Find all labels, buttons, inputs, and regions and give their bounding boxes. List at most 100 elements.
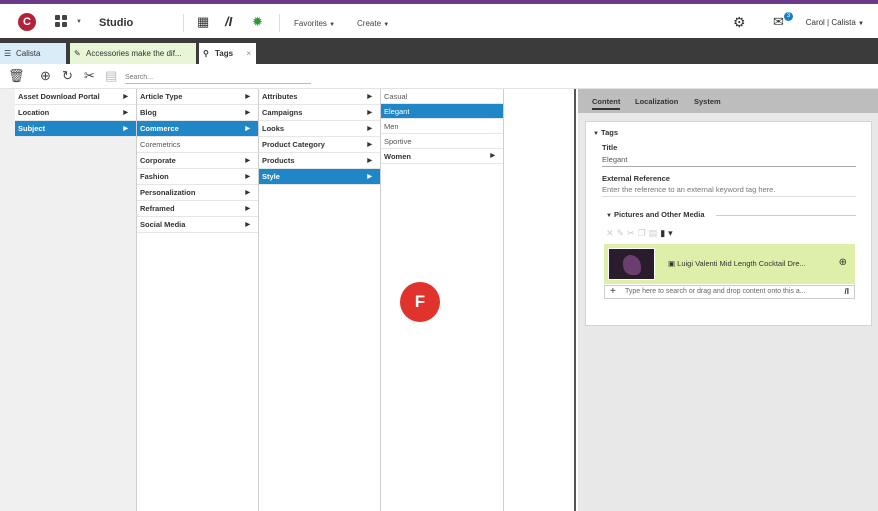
tag-icon: ⚲ [203,49,209,58]
tab-localization[interactable]: Localization [635,97,678,106]
chevron-right-icon: ▶ [245,222,250,228]
chevron-down-icon: ▼ [606,213,612,219]
library-icon[interactable]: /I [845,287,849,296]
column-level-1: Asset Download Portal ▶ Location ▶ Subject… [15,89,137,511]
pencil-icon: ✎ [74,49,81,58]
chevron-right-icon: ▶ [245,174,250,180]
trash-icon[interactable]: 🗑 [8,68,25,84]
list-item[interactable]: Men [381,119,503,134]
list-item-selected[interactable]: Commerce ▶ [137,121,258,137]
title-field[interactable]: Elegant [602,155,856,167]
copy-icon[interactable]: ❐ [638,228,649,238]
chevron-down-icon[interactable]: ▼ [76,19,82,25]
paste-icon[interactable]: ▤ [649,228,661,238]
list-icon: ☰ [4,49,12,58]
list-item-selected[interactable]: Subject ▶ [15,121,136,137]
list-item[interactable]: Asset Download Portal ▶ [15,89,136,105]
list-item[interactable]: Reframed ▶ [137,201,258,217]
title-label: Title [602,143,618,152]
user-menu[interactable]: Carol | Calista ▼ [806,18,864,27]
media-toolbar: ✕✎✂❐▤▮▾ [606,228,676,239]
external-reference-field[interactable]: Enter the reference to an external keywo… [602,185,856,197]
column-level-5 [504,89,576,511]
globe-icon[interactable]: ⊕ [839,257,847,268]
tab-article[interactable]: ✎ Accessories make the dif... [70,43,196,64]
cut-icon[interactable]: ✂ [627,228,638,238]
chevron-right-icon: ▶ [367,94,372,100]
tab-bar: ☰ Calista ✎ Accessories make the dif... … [0,38,878,64]
cut-icon[interactable]: ✂ [84,68,95,84]
list-item[interactable]: Looks ▶ [259,121,380,137]
create-menu[interactable]: Create ▼ [357,19,389,28]
list-item[interactable]: Social Media ▶ [137,217,258,233]
remove-icon[interactable]: ✕ [606,228,617,238]
thumbnail-image [608,248,655,280]
plus-icon[interactable]: + [610,286,616,298]
search-input[interactable] [125,71,311,84]
user-label: Carol | Calista [805,18,856,27]
list-item[interactable]: Personalization ▶ [137,185,258,201]
section-header[interactable]: ▼ Tags [593,128,618,137]
tab-system[interactable]: System [694,97,721,106]
list-item[interactable]: Product Category ▶ [259,137,380,153]
chevron-right-icon: ▶ [245,110,250,116]
refresh-icon[interactable]: ↻ [62,68,73,84]
tab-content[interactable]: Content [592,97,621,110]
media-section-header[interactable]: ▼ Pictures and Other Media [606,210,705,219]
list-item[interactable]: Sportive [381,134,503,149]
list-item[interactable]: Corporate ▶ [137,153,258,169]
chevron-right-icon: ▶ [490,153,495,159]
create-label: Create [357,19,382,28]
paste-icon[interactable]: ▤ [105,68,117,84]
list-item[interactable]: Location ▶ [15,105,136,121]
library-icon[interactable]: /I [225,15,232,29]
left-gutter [0,89,15,511]
list-item[interactable]: Casual [381,89,503,104]
app-switcher-icon[interactable] [55,15,69,29]
tags-card: ▼ Tags Title Elegant External Reference … [585,121,872,326]
tab-label: Calista [16,49,41,58]
list-item[interactable]: Products ▶ [259,153,380,169]
chevron-right-icon: ▶ [367,126,372,132]
insert-icon[interactable]: ▮▾ [660,228,675,238]
settings-icon[interactable]: ⚙ [733,15,746,29]
list-item[interactable]: Coremetrics [137,137,258,153]
chevron-right-icon: ▶ [367,174,372,180]
edit-icon[interactable]: ✎ [617,228,628,238]
notification-badge: 3 [784,12,793,21]
chevron-right-icon: ▶ [245,94,250,100]
chevron-right-icon: ▶ [367,110,372,116]
studio-title: Studio [99,17,134,29]
tab-label: Tags [215,49,234,58]
chevron-right-icon: ▶ [123,94,128,100]
list-item-selected[interactable]: Elegant [381,104,503,119]
list-item[interactable]: Attributes ▶ [259,89,380,105]
media-item[interactable]: ▣ Luigi Valenti Mid Length Cocktail Dre.… [604,244,855,284]
notifications-icon[interactable]: ✉ [773,15,784,29]
grid-icon[interactable]: ▦ [197,15,209,29]
list-item-selected[interactable]: Style ▶ [259,169,380,185]
media-name: ▣ Luigi Valenti Mid Length Cocktail Dre.… [668,259,806,268]
tab-calista[interactable]: ☰ Calista [0,43,66,64]
chevron-right-icon: ▶ [367,142,372,148]
list-item[interactable]: Article Type ▶ [137,89,258,105]
list-item[interactable]: Women ▶ [381,149,503,164]
tab-tags[interactable]: ⚲ Tags × [199,43,256,64]
close-icon[interactable]: × [246,43,251,64]
chevron-right-icon: ▶ [245,158,250,164]
list-item[interactable]: Fashion ▶ [137,169,258,185]
chevron-right-icon: ▶ [245,190,250,196]
list-item[interactable]: Blog ▶ [137,105,258,121]
floating-action-button[interactable]: F [400,282,440,322]
app-logo[interactable]: C [18,13,36,31]
panel-tabs: Content Localization System [578,89,878,113]
divider [716,215,856,216]
chevron-right-icon: ▶ [123,126,128,132]
add-content-field[interactable]: + Type here to search or drag and drop c… [604,285,855,299]
add-tag-icon[interactable]: ⊕ [40,68,51,84]
list-item[interactable]: Campaigns ▶ [259,105,380,121]
chevron-right-icon: ▶ [367,158,372,164]
favorites-menu[interactable]: Favorites ▼ [294,19,335,28]
toolbar: 🗑 ⊕ ↻ ✂ ▤ [0,64,878,89]
sun-icon[interactable]: ✹ [252,15,263,29]
